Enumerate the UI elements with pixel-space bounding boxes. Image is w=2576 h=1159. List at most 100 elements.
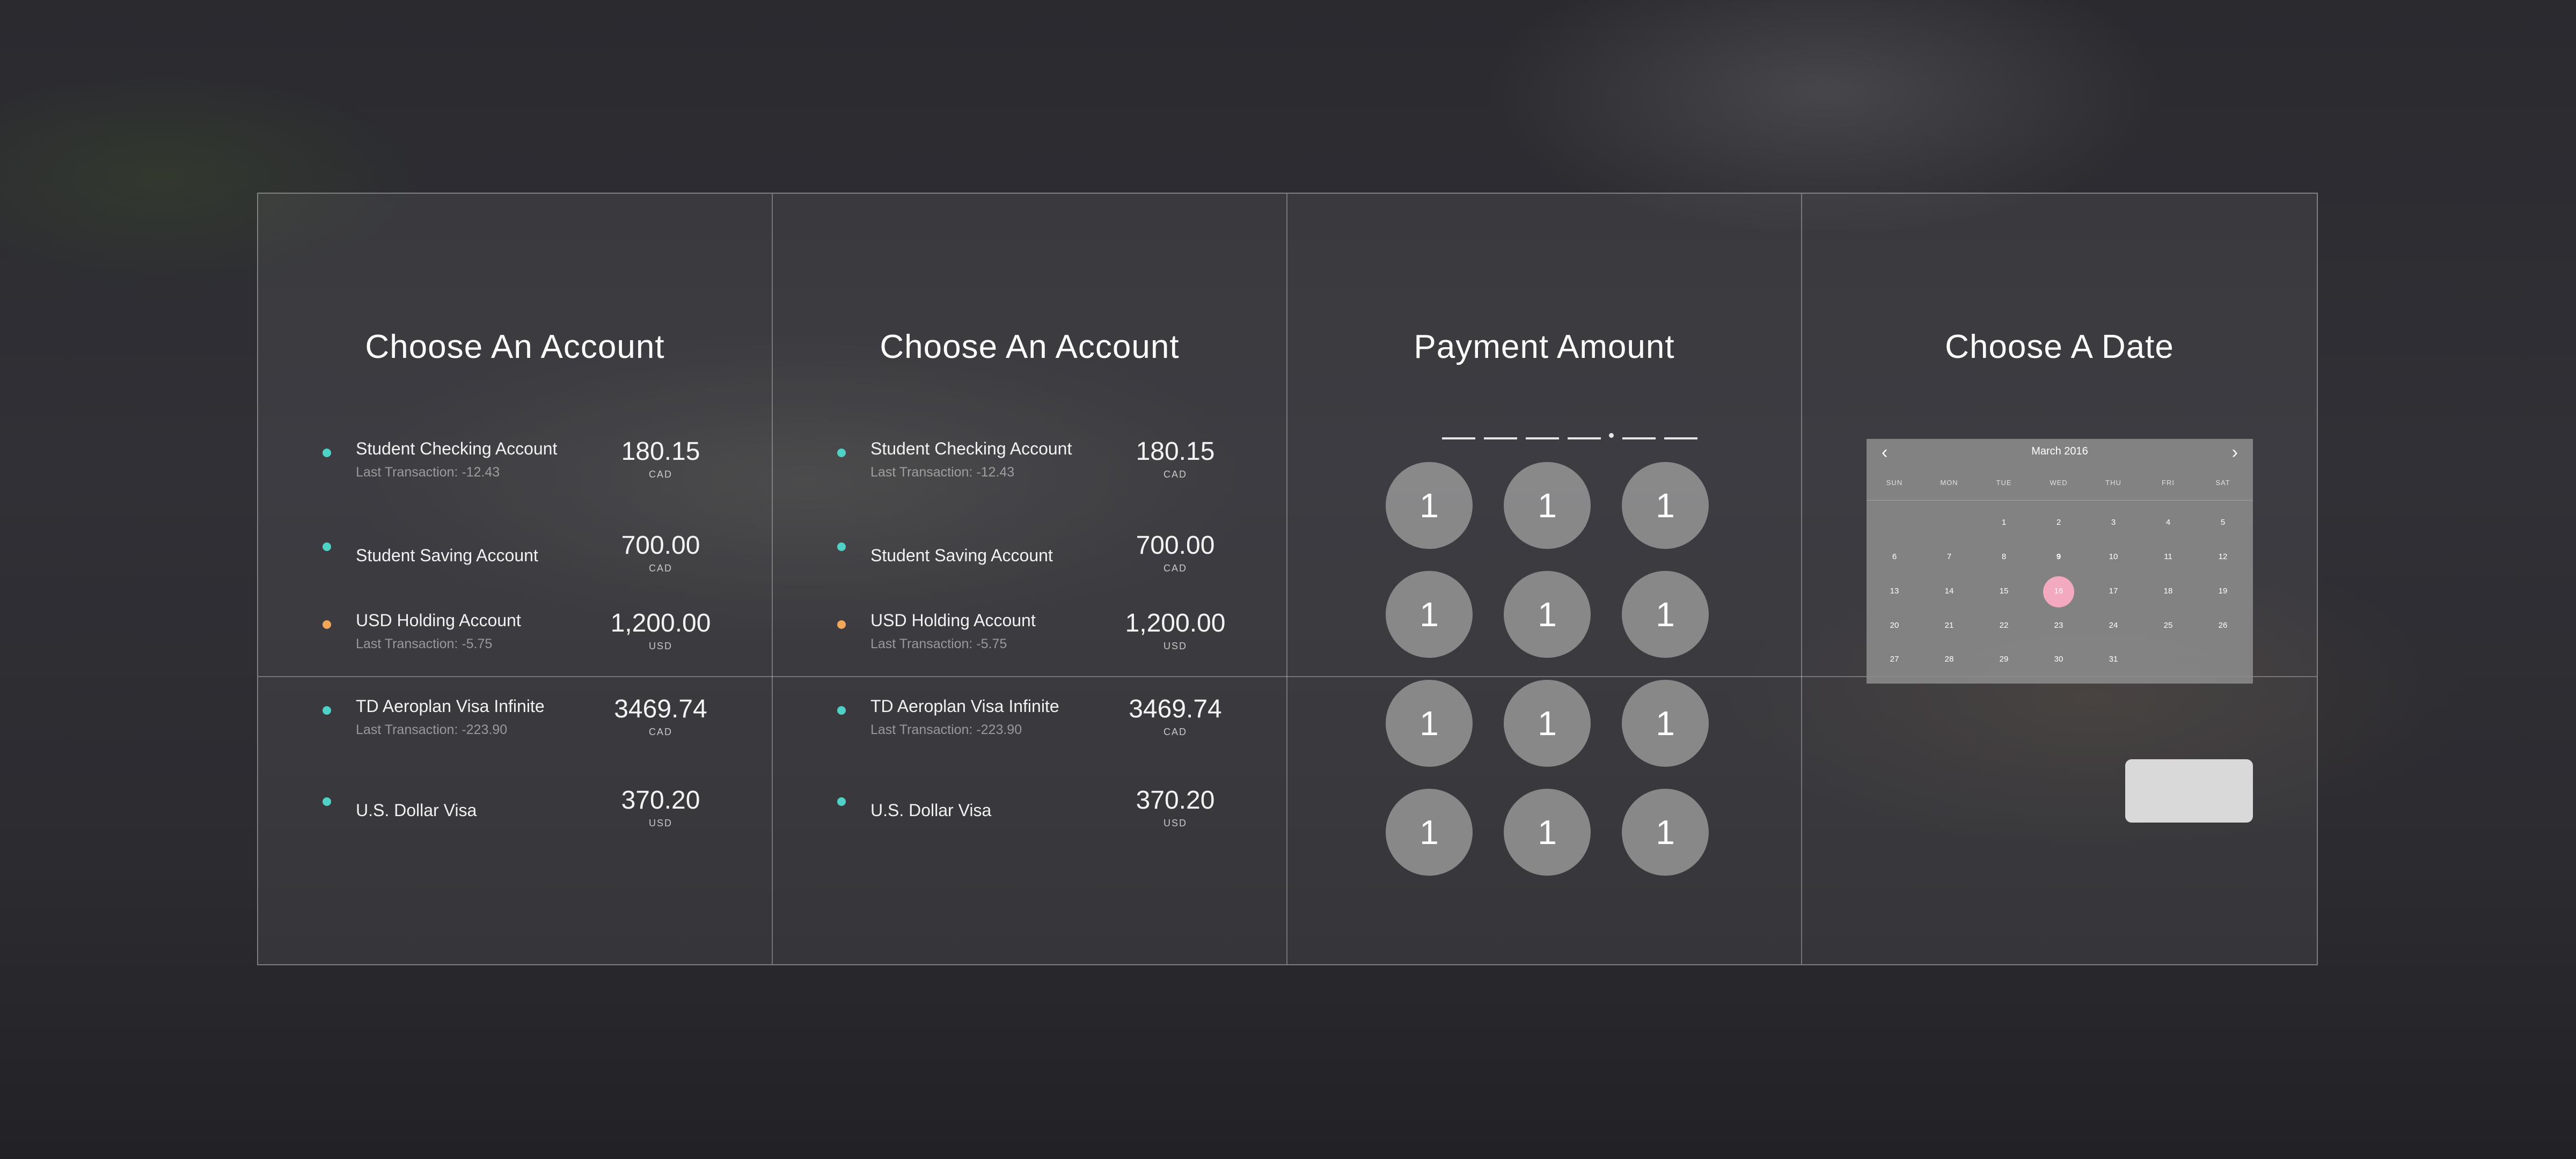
digit-slot (1568, 437, 1601, 439)
card-strip: Choose An Account Student Checking Accou… (257, 193, 2318, 965)
calendar-day[interactable]: 7 (1922, 552, 1976, 561)
confirm-button[interactable] (2125, 759, 2253, 823)
account-row[interactable]: U.S. Dollar Visa 370.20 USD (837, 781, 1245, 840)
account-row[interactable]: TD Aeroplan Visa Infinite Last Transactio… (837, 690, 1245, 749)
calendar-day[interactable]: 24 (2087, 621, 2140, 630)
account-row[interactable]: Student Saving Account 700.00 CAD (323, 526, 730, 585)
account-balance: 180.15 (621, 437, 700, 466)
chevron-right-icon[interactable]: › (2232, 443, 2238, 461)
account-balance: 370.20 (621, 786, 700, 815)
calendar-day[interactable]: 3 (2087, 518, 2140, 527)
keypad-key[interactable]: 1 (1504, 789, 1591, 876)
calendar-day[interactable]: 15 (1977, 586, 2031, 596)
keypad-key[interactable]: 1 (1622, 789, 1709, 876)
digit-slot (1664, 437, 1697, 439)
weekday-label: SUN (1886, 479, 1903, 487)
decimal-point (1609, 433, 1614, 438)
keypad-key[interactable]: 1 (1622, 571, 1709, 658)
calendar-day[interactable]: 19 (2196, 586, 2250, 596)
calendar-day[interactable]: 11 (2141, 552, 2195, 561)
digit-slot (1442, 437, 1475, 439)
status-dot (323, 449, 331, 457)
calendar: ‹ March 2016 › SUN MON TUE WED THU FRI SAT 1 2 3 4… (1867, 439, 2253, 684)
currency-code: USD (648, 641, 672, 651)
status-dot (323, 620, 331, 629)
divider (1867, 500, 2253, 501)
calendar-day[interactable]: 6 (1868, 552, 1921, 561)
calendar-day[interactable]: 9 (2032, 552, 2085, 561)
account-row[interactable]: U.S. Dollar Visa 370.20 USD (323, 781, 730, 840)
panel-title: Choose A Date (1945, 328, 2174, 365)
keypad-key[interactable]: 1 (1622, 462, 1709, 549)
account-balance: 700.00 (1136, 531, 1215, 560)
last-transaction: Last Transaction: -223.90 (870, 722, 1022, 737)
calendar-day[interactable]: 28 (1922, 655, 1976, 664)
keypad-key[interactable]: 1 (1386, 680, 1473, 767)
currency-code: CAD (648, 727, 672, 737)
calendar-day[interactable]: 30 (2032, 655, 2085, 664)
account-name: Student Saving Account (356, 546, 538, 565)
calendar-day[interactable]: 18 (2141, 586, 2195, 596)
weekday-label: WED (2050, 479, 2068, 487)
account-balance: 370.20 (1136, 786, 1215, 815)
weekday-label: TUE (1996, 479, 2012, 487)
calendar-day[interactable]: 17 (2087, 586, 2140, 596)
account-name: TD Aeroplan Visa Infinite (870, 696, 1059, 716)
keypad-key[interactable]: 1 (1386, 571, 1473, 658)
panel-title: Choose An Account (365, 328, 665, 365)
calendar-day[interactable]: 20 (1868, 621, 1921, 630)
account-row[interactable]: TD Aeroplan Visa Infinite Last Transactio… (323, 690, 730, 749)
currency-code: CAD (1163, 469, 1187, 480)
calendar-day[interactable]: 4 (2141, 518, 2195, 527)
date-panel: Choose A Date ‹ March 2016 › SUN MON TUE WE… (1802, 194, 2317, 964)
currency-code: CAD (1163, 563, 1187, 574)
account-row[interactable]: USD Holding Account Last Transaction: -5.… (837, 604, 1245, 663)
digit-slot (1622, 437, 1656, 439)
account-balance: 1,200.00 (1125, 609, 1226, 637)
panel-title: Choose An Account (880, 328, 1180, 365)
account-row[interactable]: Student Checking Account Last Transaction… (837, 432, 1245, 492)
calendar-day[interactable]: 1 (1977, 518, 2031, 527)
account-row[interactable]: Student Checking Account Last Transaction… (323, 432, 730, 492)
calendar-day[interactable]: 14 (1922, 586, 1976, 596)
status-dot (837, 797, 846, 806)
payment-panel: Payment Amount 111111111111 (1287, 194, 1802, 964)
account-name: USD Holding Account (356, 611, 521, 630)
calendar-day[interactable]: 5 (2196, 518, 2250, 527)
last-transaction: Last Transaction: -5.75 (356, 636, 493, 651)
last-transaction: Last Transaction: -12.43 (356, 465, 500, 480)
account-row[interactable]: USD Holding Account Last Transaction: -5.… (323, 604, 730, 663)
calendar-day[interactable]: 25 (2141, 621, 2195, 630)
account-panel-1: Choose An Account Student Checking Accou… (258, 194, 773, 964)
calendar-day[interactable]: 2 (2032, 518, 2085, 527)
status-dot (837, 620, 846, 629)
currency-code: USD (1163, 818, 1187, 828)
currency-code: USD (648, 818, 672, 828)
calendar-day[interactable]: 31 (2087, 655, 2140, 664)
calendar-day[interactable]: 23 (2032, 621, 2085, 630)
calendar-day-selected[interactable]: 16 (2032, 586, 2085, 596)
calendar-day[interactable]: 10 (2087, 552, 2140, 561)
keypad-key[interactable]: 1 (1504, 680, 1591, 767)
calendar-day[interactable]: 13 (1868, 586, 1921, 596)
status-dot (323, 706, 331, 715)
account-name: U.S. Dollar Visa (870, 801, 992, 820)
account-row[interactable]: Student Saving Account 700.00 CAD (837, 526, 1245, 585)
digit-slot (1526, 437, 1559, 439)
currency-code: CAD (648, 469, 672, 480)
calendar-day[interactable]: 27 (1868, 655, 1921, 664)
keypad-key[interactable]: 1 (1386, 462, 1473, 549)
amount-display (1287, 418, 1801, 439)
keypad-key[interactable]: 1 (1504, 571, 1591, 658)
calendar-day[interactable]: 22 (1977, 621, 2031, 630)
account-name: USD Holding Account (870, 611, 1036, 630)
weekday-label: MON (1940, 479, 1958, 487)
calendar-day[interactable]: 12 (2196, 552, 2250, 561)
keypad-key[interactable]: 1 (1386, 789, 1473, 876)
calendar-day[interactable]: 26 (2196, 621, 2250, 630)
calendar-day[interactable]: 21 (1922, 621, 1976, 630)
keypad-key[interactable]: 1 (1504, 462, 1591, 549)
calendar-day[interactable]: 29 (1977, 655, 2031, 664)
calendar-day[interactable]: 8 (1977, 552, 2031, 561)
keypad-key[interactable]: 1 (1622, 680, 1709, 767)
